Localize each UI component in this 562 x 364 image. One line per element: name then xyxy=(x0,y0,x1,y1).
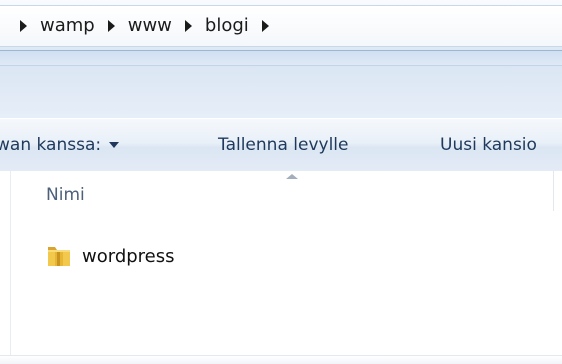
breadcrumb-arrow-icon[interactable] xyxy=(20,20,27,32)
menu-area xyxy=(0,65,562,118)
breadcrumb-item-www[interactable]: www xyxy=(128,6,172,46)
file-name: wordpress xyxy=(82,245,175,267)
pane-divider xyxy=(10,171,11,363)
breadcrumb-arrow-icon[interactable] xyxy=(184,20,192,32)
save-to-disk-button[interactable]: Tallenna levylle xyxy=(218,119,348,171)
command-toolbar: wan kanssa: Tallenna levylle Uusi kansio xyxy=(0,118,562,172)
column-divider[interactable] xyxy=(553,171,554,211)
folder-icon xyxy=(46,243,72,269)
address-bar[interactable]: wamp www blogi xyxy=(0,0,562,51)
breadcrumb-item-wamp[interactable]: wamp xyxy=(40,6,95,46)
breadcrumb-box[interactable]: wamp www blogi xyxy=(0,5,562,47)
breadcrumb: wamp www blogi xyxy=(0,6,282,46)
breadcrumb-arrow-icon[interactable] xyxy=(107,20,115,32)
share-with-label: wan kanssa: xyxy=(0,135,102,155)
breadcrumb-arrow-icon[interactable] xyxy=(261,20,269,32)
new-folder-button[interactable]: Uusi kansio xyxy=(440,119,537,171)
column-header-name[interactable]: Nimi xyxy=(46,185,85,205)
new-folder-label: Uusi kansio xyxy=(440,135,537,155)
breadcrumb-item-blogi[interactable]: blogi xyxy=(205,6,249,46)
header-band xyxy=(0,51,562,65)
share-with-button[interactable]: wan kanssa: xyxy=(0,119,120,171)
chevron-down-icon xyxy=(109,142,120,148)
save-to-disk-label: Tallenna levylle xyxy=(218,135,349,155)
list-item[interactable]: wordpress xyxy=(46,241,175,271)
file-list[interactable]: Nimi wordpress xyxy=(0,171,562,364)
sort-up-icon xyxy=(286,174,298,179)
